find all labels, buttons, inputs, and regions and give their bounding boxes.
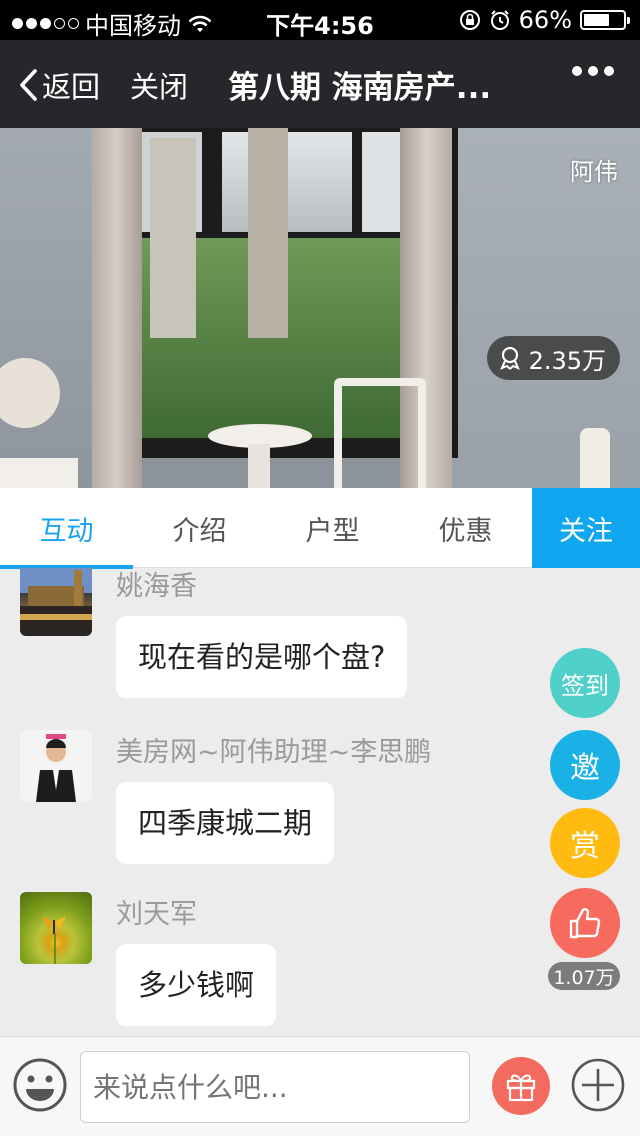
more-options-icon[interactable] bbox=[572, 66, 614, 76]
invite-button[interactable]: 邀 bbox=[550, 730, 620, 800]
tab-introduction[interactable]: 介绍 bbox=[133, 488, 266, 568]
username: 美房网~阿伟助理~李思鹏 bbox=[116, 737, 432, 768]
message-bubble: 四季康城二期 bbox=[116, 782, 335, 864]
navigation-bar: 返回 关闭 第八期 海南房产... bbox=[0, 40, 640, 128]
battery-icon bbox=[580, 10, 630, 30]
back-button[interactable]: 返回 bbox=[18, 64, 100, 106]
like-count: 1.07万 bbox=[548, 962, 620, 990]
status-bar: 中国移动 下午4:56 66% bbox=[0, 0, 640, 40]
tab-interaction[interactable]: 互动 bbox=[0, 488, 133, 569]
sign-in-button[interactable]: 签到 bbox=[550, 648, 620, 718]
chat-message: 美房网~阿伟助理~李思鹏 四季康城二期 bbox=[20, 730, 540, 870]
close-button[interactable]: 关闭 bbox=[130, 64, 188, 106]
viewer-count-badge: 2.35万 bbox=[486, 336, 620, 380]
page-title: 第八期 海南房产... bbox=[228, 70, 492, 106]
avatar[interactable] bbox=[20, 730, 92, 802]
avatar[interactable] bbox=[20, 568, 92, 636]
follow-button[interactable]: 关注 bbox=[532, 488, 640, 568]
chat-message: 刘天军 多少钱啊 bbox=[20, 892, 540, 1032]
host-name: 阿伟 bbox=[570, 158, 618, 186]
username: 姚海香 bbox=[116, 571, 197, 602]
comment-bar bbox=[0, 1036, 640, 1136]
rotation-lock-icon bbox=[459, 10, 480, 30]
tab-floor-plan[interactable]: 户型 bbox=[266, 488, 399, 568]
alarm-icon bbox=[490, 10, 509, 30]
chat-list[interactable]: 姚海香 现在看的是哪个盘? 美房网~阿伟助理~李思鹏 四季康城二期 刘天军 多少… bbox=[0, 568, 640, 1036]
tab-offers[interactable]: 优惠 bbox=[399, 488, 532, 568]
chevron-left-icon bbox=[20, 69, 37, 101]
viewer-icon bbox=[499, 346, 520, 370]
emoji-icon[interactable] bbox=[12, 1057, 68, 1113]
message-bubble: 现在看的是哪个盘? bbox=[116, 616, 408, 698]
thumbs-up-icon bbox=[569, 908, 601, 939]
comment-input[interactable] bbox=[80, 1051, 470, 1123]
more-plus-icon[interactable] bbox=[570, 1057, 626, 1113]
back-label: 返回 bbox=[42, 70, 101, 104]
tab-bar: 互动 介绍 户型 优惠 关注 bbox=[0, 488, 640, 569]
reward-button[interactable]: 赏 bbox=[550, 808, 620, 878]
gift-icon bbox=[506, 1074, 536, 1102]
status-right: 66% bbox=[459, 6, 630, 34]
like-button[interactable] bbox=[550, 888, 620, 958]
chat-message: 姚海香 现在看的是哪个盘? bbox=[20, 568, 540, 704]
live-video-player[interactable]: 阿伟 2.35万 bbox=[0, 128, 640, 488]
gift-button[interactable] bbox=[492, 1057, 550, 1115]
message-bubble: 多少钱啊 bbox=[116, 944, 277, 1026]
battery-percent: 66% bbox=[518, 6, 572, 34]
avatar[interactable] bbox=[20, 892, 92, 964]
username: 刘天军 bbox=[116, 899, 197, 930]
viewer-count: 2.35万 bbox=[528, 346, 606, 375]
